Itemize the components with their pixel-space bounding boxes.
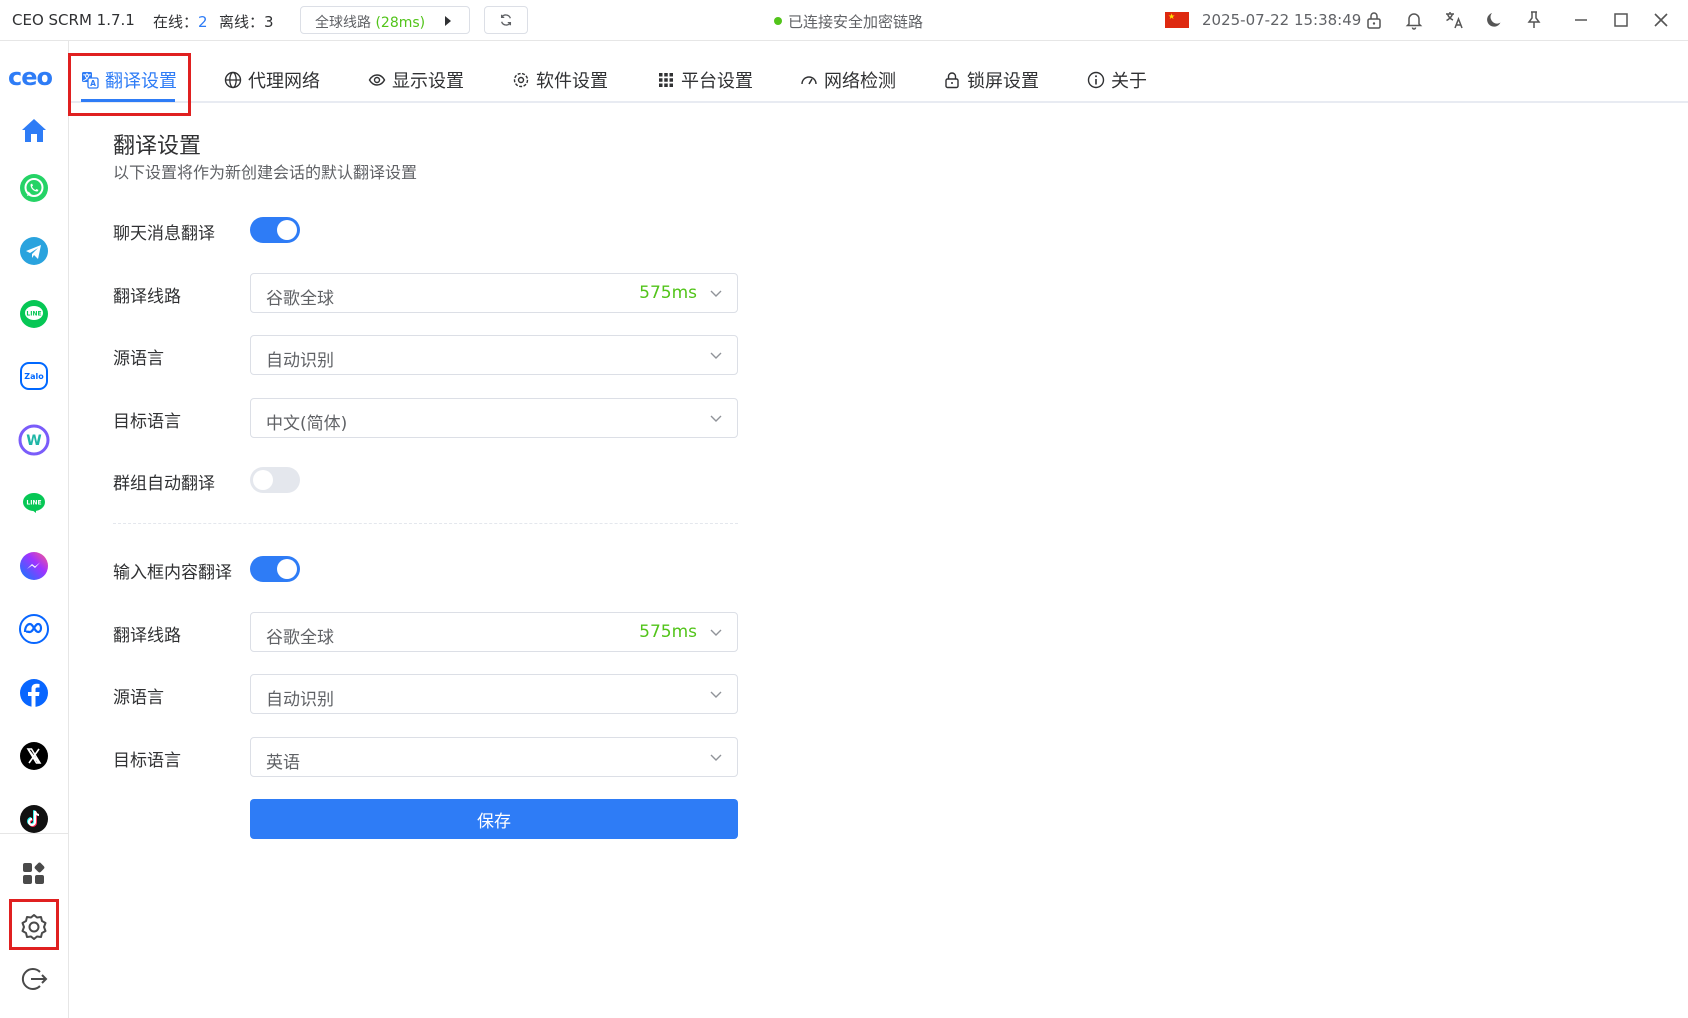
tab-highlight-box bbox=[68, 53, 191, 116]
latency-value: 575ms bbox=[639, 283, 697, 303]
tab-display-settings[interactable]: 显示设置 bbox=[368, 65, 464, 95]
chevron-down-icon bbox=[710, 691, 722, 698]
bell-icon[interactable] bbox=[1404, 10, 1424, 30]
apps-grid-icon[interactable] bbox=[18, 857, 50, 889]
latency-value: 575ms bbox=[639, 622, 697, 642]
tab-proxy-network[interactable]: 代理网络 bbox=[224, 65, 320, 95]
toggle-knob bbox=[253, 470, 273, 490]
globe-icon bbox=[224, 71, 242, 89]
route-selector-button[interactable]: 全球线路 (28ms) bbox=[300, 6, 470, 34]
logout-icon[interactable] bbox=[18, 963, 50, 995]
input-translate-label: 输入框内容翻译 bbox=[113, 563, 232, 583]
input-route-select[interactable]: 谷歌全球 575ms bbox=[250, 612, 738, 652]
tiktok-icon[interactable] bbox=[18, 803, 50, 835]
svg-text:Zalo: Zalo bbox=[24, 372, 44, 381]
input-route-label: 翻译线路 bbox=[113, 626, 181, 646]
input-translate-toggle[interactable] bbox=[250, 556, 300, 582]
tab-software-settings[interactable]: 软件设置 bbox=[512, 65, 608, 95]
refresh-button[interactable] bbox=[484, 6, 528, 34]
language-icon[interactable] bbox=[1444, 10, 1464, 30]
svg-text:LINE: LINE bbox=[26, 311, 41, 318]
offline-count: 离线：3 bbox=[219, 13, 274, 31]
app-name: CEO SCRM 1.7.1 bbox=[12, 11, 135, 29]
chat-translate-label: 聊天消息翻译 bbox=[113, 224, 215, 244]
chevron-down-icon bbox=[710, 629, 722, 636]
section-subtitle: 以下设置将作为新创建会话的默认翻译设置 bbox=[113, 163, 418, 182]
eye-icon bbox=[368, 74, 386, 86]
gear-icon bbox=[513, 72, 529, 88]
line-chat-icon[interactable]: LINE bbox=[18, 487, 50, 519]
chevron-down-icon bbox=[710, 290, 722, 297]
close-icon[interactable] bbox=[1651, 10, 1671, 30]
title-bar: CEO SCRM 1.7.1 在线：2 离线：3 全球线路 (28ms) 已连接… bbox=[0, 0, 1688, 41]
section-divider bbox=[113, 523, 738, 524]
grid-icon bbox=[659, 73, 673, 87]
group-auto-translate-toggle[interactable] bbox=[250, 467, 300, 493]
tab-platform-settings[interactable]: 平台设置 bbox=[657, 65, 753, 95]
tab-network-check[interactable]: 网络检测 bbox=[800, 65, 896, 95]
whatsapp-icon[interactable] bbox=[18, 172, 50, 204]
toggle-knob bbox=[277, 220, 297, 240]
input-source-label: 源语言 bbox=[113, 688, 164, 708]
minimize-icon[interactable] bbox=[1571, 10, 1591, 30]
x-twitter-icon[interactable] bbox=[18, 740, 50, 772]
save-button[interactable]: 保存 bbox=[250, 799, 738, 839]
connection-status: 已连接安全加密链路 bbox=[774, 11, 923, 32]
online-count: 在线：2 bbox=[153, 13, 208, 31]
zalo-icon[interactable]: Zalo bbox=[18, 360, 50, 392]
chat-source-language-select[interactable]: 自动识别 bbox=[250, 335, 738, 375]
tab-lockscreen-settings[interactable]: 锁屏设置 bbox=[943, 65, 1039, 95]
gauge-icon bbox=[801, 76, 817, 85]
china-flag-icon[interactable]: ★ bbox=[1165, 12, 1189, 28]
svg-text:LINE: LINE bbox=[26, 500, 41, 507]
chat-route-select[interactable]: 谷歌全球 575ms bbox=[250, 273, 738, 313]
w-app-icon[interactable]: W bbox=[18, 424, 50, 456]
input-target-label: 目标语言 bbox=[113, 751, 181, 771]
moon-icon[interactable] bbox=[1484, 10, 1504, 30]
section-title: 翻译设置 bbox=[113, 134, 202, 159]
sidebar: ceo LINE Zalo W LINE bbox=[0, 41, 69, 1018]
group-auto-translate-label: 群组自动翻译 bbox=[113, 474, 215, 494]
line-icon[interactable]: LINE bbox=[18, 298, 50, 330]
toggle-knob bbox=[277, 559, 297, 579]
facebook-icon[interactable] bbox=[18, 677, 50, 709]
input-target-language-select[interactable]: 英语 bbox=[250, 737, 738, 777]
tab-about[interactable]: 关于 bbox=[1087, 65, 1147, 95]
refresh-icon bbox=[500, 14, 512, 26]
maximize-icon[interactable] bbox=[1611, 10, 1631, 30]
settings-highlight-box bbox=[9, 899, 59, 950]
lock-icon[interactable] bbox=[1364, 10, 1384, 30]
chat-translate-toggle[interactable] bbox=[250, 217, 300, 243]
info-icon bbox=[1087, 71, 1105, 89]
pin-icon[interactable] bbox=[1524, 10, 1544, 30]
telegram-icon[interactable] bbox=[18, 235, 50, 267]
chat-target-language-select[interactable]: 中文(简体) bbox=[250, 398, 738, 438]
messenger-icon[interactable] bbox=[18, 550, 50, 582]
svg-text:W: W bbox=[26, 433, 41, 449]
datetime: 2025-07-22 15:38:49 bbox=[1202, 11, 1362, 29]
ceo-logo: ceo bbox=[8, 63, 53, 91]
settings-tabs: 文A 翻译设置 代理网络 显示设置 软件设置 平台设置 网络检测 锁屏设置 关于 bbox=[69, 41, 1688, 103]
chat-target-label: 目标语言 bbox=[113, 412, 181, 432]
lock-icon bbox=[945, 72, 959, 89]
meta-icon[interactable] bbox=[18, 613, 50, 645]
sidebar-divider bbox=[0, 833, 68, 834]
chevron-down-icon bbox=[710, 754, 722, 761]
home-icon[interactable] bbox=[18, 115, 50, 147]
caret-right-icon bbox=[445, 16, 451, 26]
chevron-down-icon bbox=[710, 415, 722, 422]
chat-route-label: 翻译线路 bbox=[113, 287, 181, 307]
chevron-down-icon bbox=[710, 352, 722, 359]
status-dot-icon bbox=[774, 17, 782, 25]
input-source-language-select[interactable]: 自动识别 bbox=[250, 674, 738, 714]
chat-source-label: 源语言 bbox=[113, 349, 164, 369]
